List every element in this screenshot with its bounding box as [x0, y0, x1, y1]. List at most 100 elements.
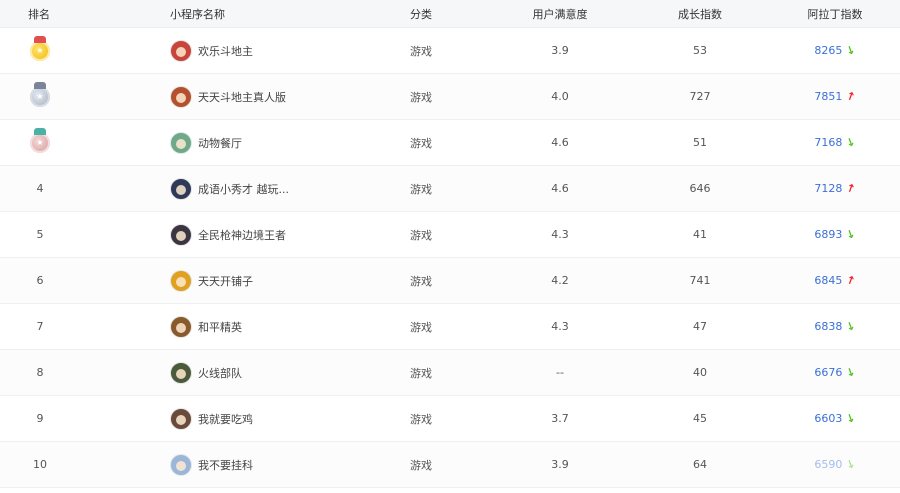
- down-arrow-icon: ↓: [844, 364, 858, 381]
- table-row[interactable]: ★ 欢乐斗地主 游戏 3.9 53 8265 ↓: [0, 28, 900, 74]
- ranking-table: 排名 小程序名称 分类 用户满意度 成长指数 阿拉丁指数 ★ 欢乐斗地主 游戏 3.9…: [0, 0, 900, 493]
- aladdin-index-cell[interactable]: 6676 ↓: [790, 350, 880, 395]
- category: 游戏: [410, 320, 432, 334]
- table-row[interactable]: 6 天天开铺子 游戏 4.2 741 6845 ↑: [0, 258, 900, 304]
- category: 游戏: [410, 366, 432, 380]
- miniprogram-name[interactable]: 欢乐斗地主: [198, 43, 253, 59]
- miniprogram-name-cell[interactable]: 火线部队: [170, 350, 370, 395]
- up-arrow-icon: ↑: [844, 180, 858, 197]
- category: 游戏: [410, 44, 432, 58]
- table-row[interactable]: 5 全民枪神边境王者 游戏 4.3 41 6893 ↓: [0, 212, 900, 258]
- user-satisfaction: 3.9: [551, 458, 569, 471]
- avatar: [170, 39, 192, 62]
- miniprogram-name-cell[interactable]: 天天开铺子: [170, 258, 370, 303]
- aladdin-index-cell[interactable]: 6845 ↑: [790, 258, 880, 303]
- avatar: [170, 407, 192, 430]
- aladdin-index-cell[interactable]: 6603 ↓: [790, 396, 880, 441]
- header-satisfaction[interactable]: 用户满意度: [520, 0, 600, 27]
- header-category[interactable]: 分类: [410, 0, 470, 27]
- table-row[interactable]: 7 和平精英 游戏 4.3 47 6838 ↓: [0, 304, 900, 350]
- miniprogram-name-cell[interactable]: 我不要挂科: [170, 442, 370, 487]
- category: 游戏: [410, 412, 432, 426]
- rank-number: 8: [36, 366, 44, 379]
- miniprogram-name[interactable]: 动物餐厅: [198, 135, 242, 151]
- down-arrow-icon: ↓: [844, 226, 858, 243]
- rank-medal: ★: [28, 28, 52, 73]
- gold-medal-icon: ★: [30, 35, 50, 61]
- aladdin-index-cell[interactable]: 6893 ↓: [790, 212, 880, 257]
- header-growth[interactable]: 成长指数: [660, 0, 740, 27]
- table-row[interactable]: 10 我不要挂科 游戏 3.9 64 6590 ↓: [0, 442, 900, 488]
- growth-index: 727: [689, 90, 711, 103]
- down-arrow-icon: ↓: [844, 318, 858, 335]
- category: 游戏: [410, 182, 432, 196]
- miniprogram-name[interactable]: 天天斗地主真人版: [198, 89, 286, 105]
- category: 游戏: [410, 228, 432, 242]
- table-row[interactable]: ★ 动物餐厅 游戏 4.6 51 7168 ↓: [0, 120, 900, 166]
- rank-number: 4: [36, 182, 44, 195]
- down-arrow-icon: ↓: [844, 42, 858, 59]
- table-row[interactable]: 8 火线部队 游戏 -- 40 6676 ↓: [0, 350, 900, 396]
- aladdin-index-link[interactable]: 8265: [814, 44, 842, 57]
- rank-number: 10: [33, 458, 47, 471]
- table-row[interactable]: 4 成语小秀才 越玩... 游戏 4.6 646 7128 ↑: [0, 166, 900, 212]
- aladdin-index-cell[interactable]: 6590 ↓: [790, 442, 880, 487]
- miniprogram-name[interactable]: 我就要吃鸡: [198, 411, 253, 427]
- user-satisfaction: --: [556, 366, 564, 379]
- aladdin-index-cell[interactable]: 7168 ↓: [790, 120, 880, 165]
- growth-index: 47: [693, 320, 707, 333]
- aladdin-index-link[interactable]: 7168: [814, 136, 842, 149]
- growth-index: 646: [689, 182, 711, 195]
- rank-medal: ★: [28, 74, 52, 119]
- aladdin-index-link[interactable]: 6603: [814, 412, 842, 425]
- user-satisfaction: 4.2: [551, 274, 569, 287]
- aladdin-index-link[interactable]: 6590: [814, 458, 842, 471]
- aladdin-index-cell[interactable]: 6838 ↓: [790, 304, 880, 349]
- miniprogram-name[interactable]: 全民枪神边境王者: [198, 227, 286, 243]
- aladdin-index-cell[interactable]: 7128 ↑: [790, 166, 880, 211]
- avatar: [170, 177, 192, 200]
- miniprogram-name[interactable]: 和平精英: [198, 319, 242, 335]
- miniprogram-name-cell[interactable]: 成语小秀才 越玩...: [170, 166, 370, 211]
- miniprogram-name[interactable]: 我不要挂科: [198, 457, 253, 473]
- rank-number: 6: [36, 274, 44, 287]
- aladdin-index-link[interactable]: 6838: [814, 320, 842, 333]
- miniprogram-name[interactable]: 火线部队: [198, 365, 242, 381]
- aladdin-index-link[interactable]: 6676: [814, 366, 842, 379]
- header-aladdin-index[interactable]: 阿拉丁指数: [790, 0, 880, 27]
- user-satisfaction: 4.6: [551, 136, 569, 149]
- miniprogram-name-cell[interactable]: 和平精英: [170, 304, 370, 349]
- avatar: [170, 85, 192, 108]
- down-arrow-icon: ↓: [844, 456, 858, 473]
- bronze-medal-icon: ★: [30, 127, 50, 153]
- aladdin-index-link[interactable]: 6893: [814, 228, 842, 241]
- miniprogram-name-cell[interactable]: 全民枪神边境王者: [170, 212, 370, 257]
- miniprogram-name-cell[interactable]: 欢乐斗地主: [170, 28, 370, 73]
- aladdin-index-cell[interactable]: 7851 ↑: [790, 74, 880, 119]
- avatar: [170, 453, 192, 476]
- category: 游戏: [410, 274, 432, 288]
- silver-medal-icon: ★: [30, 81, 50, 107]
- avatar: [170, 315, 192, 338]
- user-satisfaction: 4.3: [551, 228, 569, 241]
- rank-medal: ★: [28, 120, 52, 165]
- miniprogram-name-cell[interactable]: 我就要吃鸡: [170, 396, 370, 441]
- growth-index: 40: [693, 366, 707, 379]
- table-header: 排名 小程序名称 分类 用户满意度 成长指数 阿拉丁指数: [0, 0, 900, 28]
- user-satisfaction: 4.0: [551, 90, 569, 103]
- aladdin-index-link[interactable]: 7128: [814, 182, 842, 195]
- up-arrow-icon: ↑: [844, 88, 858, 105]
- miniprogram-name-cell[interactable]: 天天斗地主真人版: [170, 74, 370, 119]
- miniprogram-name-cell[interactable]: 动物餐厅: [170, 120, 370, 165]
- miniprogram-name[interactable]: 天天开铺子: [198, 273, 253, 289]
- aladdin-index-link[interactable]: 7851: [814, 90, 842, 103]
- header-name[interactable]: 小程序名称: [170, 0, 370, 27]
- up-arrow-icon: ↑: [844, 272, 858, 289]
- aladdin-index-link[interactable]: 6845: [814, 274, 842, 287]
- table-row[interactable]: 9 我就要吃鸡 游戏 3.7 45 6603 ↓: [0, 396, 900, 442]
- header-rank[interactable]: 排名: [28, 0, 88, 27]
- table-row[interactable]: ★ 天天斗地主真人版 游戏 4.0 727 7851 ↑: [0, 74, 900, 120]
- miniprogram-name[interactable]: 成语小秀才 越玩...: [198, 181, 289, 197]
- user-satisfaction: 3.9: [551, 44, 569, 57]
- aladdin-index-cell[interactable]: 8265 ↓: [790, 28, 880, 73]
